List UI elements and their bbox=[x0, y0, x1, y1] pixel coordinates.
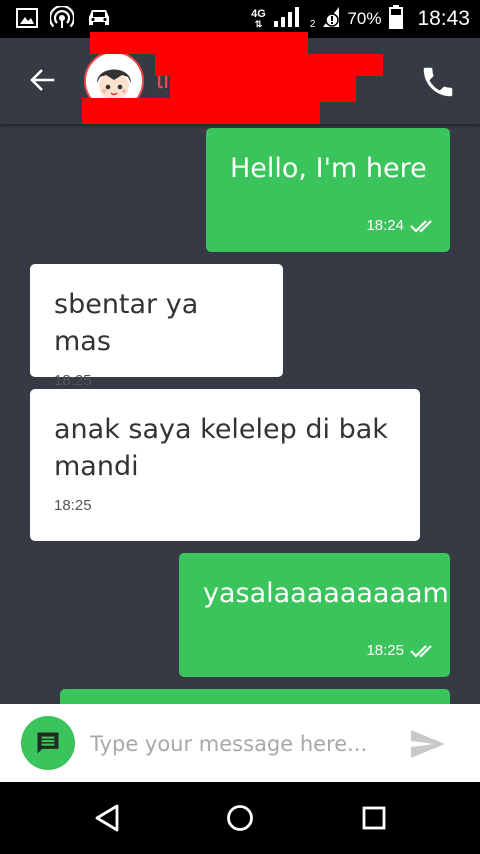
send-button[interactable] bbox=[408, 726, 448, 762]
message-time: 18:25 bbox=[54, 372, 92, 389]
sim-slot: 2 bbox=[309, 19, 316, 30]
chat-bubble-icon bbox=[37, 732, 59, 754]
circle-home-icon bbox=[227, 805, 253, 831]
message-input[interactable] bbox=[90, 722, 390, 766]
call-button[interactable] bbox=[416, 60, 460, 104]
message-list[interactable]: Hello, I'm here 18:24 sbentar ya mas 18:… bbox=[0, 124, 480, 704]
signal-strength-icon bbox=[273, 7, 302, 31]
outgoing-message-partial[interactable] bbox=[60, 689, 450, 704]
battery-icon bbox=[389, 5, 404, 33]
incoming-message[interactable]: sbentar ya mas 18:25 bbox=[30, 264, 283, 389]
triangle-back-icon bbox=[95, 804, 119, 832]
quick-replies-button[interactable] bbox=[21, 716, 75, 770]
clock: 18:43 bbox=[417, 7, 470, 30]
message-text: sbentar ya mas bbox=[54, 289, 199, 357]
alert-signal-icon bbox=[323, 7, 340, 31]
battery-percent: 70% bbox=[347, 9, 382, 28]
outgoing-message[interactable]: yasalaaaaaaaaam 18:25 bbox=[179, 553, 450, 677]
outgoing-message[interactable]: Hello, I'm here 18:24 bbox=[206, 128, 450, 252]
network-type: 4G ⇅ bbox=[251, 8, 266, 29]
send-icon bbox=[411, 730, 445, 758]
nav-home-button[interactable] bbox=[220, 798, 260, 838]
nav-recents-button[interactable] bbox=[354, 798, 394, 838]
message-time: 18:25 bbox=[54, 497, 92, 514]
arrow-left-icon bbox=[30, 69, 55, 91]
back-button[interactable] bbox=[22, 60, 62, 100]
car-icon bbox=[86, 7, 112, 33]
message-text: Hello, I'm here bbox=[230, 153, 427, 184]
phone-icon bbox=[423, 67, 453, 97]
redaction-mark bbox=[82, 98, 320, 124]
system-nav-bar bbox=[0, 782, 480, 854]
chat-screen: 4G ⇅ 2 70% 18:43 ti Hello, I'm here 18:2… bbox=[0, 0, 480, 854]
square-recents-icon bbox=[362, 806, 386, 830]
double-check-icon bbox=[410, 219, 432, 233]
redaction-mark bbox=[155, 54, 383, 76]
gallery-notification-icon bbox=[16, 7, 38, 33]
chat-header: ti bbox=[0, 32, 480, 124]
message-text: yasalaaaaaaaaam bbox=[203, 578, 449, 609]
hotspot-icon bbox=[48, 4, 76, 34]
message-text: anak saya kelelep di bak mandi bbox=[54, 414, 388, 482]
redaction-mark bbox=[90, 32, 308, 54]
incoming-message[interactable]: anak saya kelelep di bak mandi 18:25 bbox=[30, 389, 420, 541]
double-check-icon bbox=[410, 644, 432, 658]
message-time: 18:25 bbox=[366, 642, 404, 659]
message-composer bbox=[0, 704, 480, 782]
message-time: 18:24 bbox=[366, 217, 404, 234]
nav-back-button[interactable] bbox=[87, 798, 127, 838]
